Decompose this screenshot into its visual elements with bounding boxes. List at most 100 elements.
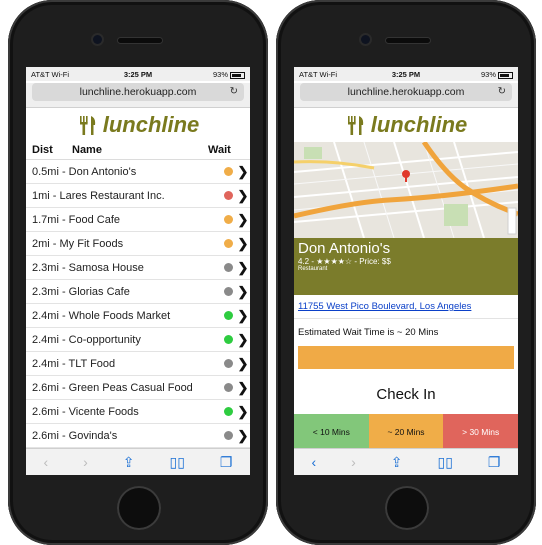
- list-item[interactable]: 2.6mi - Vicente Foods ❯: [26, 400, 250, 424]
- share-icon[interactable]: ⇪: [391, 454, 403, 471]
- url-text: lunchline.herokuapp.com: [347, 86, 465, 98]
- reload-icon[interactable]: ↻: [230, 83, 238, 101]
- list-item[interactable]: 2.4mi - Co-opportunity ❯: [26, 328, 250, 352]
- wait-status-dot: [224, 311, 233, 320]
- chevron-right-icon[interactable]: ❯: [236, 236, 250, 252]
- url-field[interactable]: lunchline.herokuapp.com ↻: [32, 83, 244, 101]
- map-graphic: [294, 142, 518, 238]
- header-dist: Dist: [32, 144, 53, 156]
- chevron-right-icon[interactable]: ❯: [236, 284, 250, 300]
- chevron-right-icon[interactable]: ❯: [236, 260, 250, 276]
- tabs-icon[interactable]: ❐: [220, 454, 233, 471]
- status-bar: AT&T Wi-Fi 3:25 PM 93%: [294, 67, 518, 81]
- restaurant-label: 2.4mi - Whole Foods Market: [32, 309, 171, 322]
- list-item[interactable]: 2.3mi - Samosa House ❯: [26, 256, 250, 280]
- wait-status-dot: [224, 167, 233, 176]
- fork-knife-icon: [347, 116, 363, 135]
- chevron-right-icon[interactable]: ❯: [236, 356, 250, 372]
- restaurant-label: 2.6mi - Govinda's: [32, 429, 118, 442]
- chevron-right-icon[interactable]: ❯: [236, 332, 250, 348]
- wait-status-dot: [224, 191, 233, 200]
- fork-knife-icon: [79, 116, 95, 135]
- chevron-right-icon[interactable]: ❯: [236, 212, 250, 228]
- earpiece-speaker: [386, 38, 430, 43]
- chevron-right-icon[interactable]: ❯: [236, 164, 250, 180]
- phone-right: AT&T Wi-Fi 3:25 PM 93% lunchline.herokua…: [276, 0, 536, 545]
- venue-address-link[interactable]: 11755 West Pico Boulevard, Los Angeles: [294, 295, 518, 319]
- url-text: lunchline.herokuapp.com: [79, 86, 197, 98]
- share-icon[interactable]: ⇪: [123, 454, 135, 471]
- home-button[interactable]: [385, 486, 429, 530]
- checkin-over-30-button[interactable]: > 30 Mins: [443, 414, 518, 449]
- address-bar-area: lunchline.herokuapp.com ↻: [26, 83, 250, 108]
- checkin-title: Check In: [376, 386, 436, 403]
- wait-status-dot: [224, 239, 233, 248]
- wait-status-dot: [224, 359, 233, 368]
- list-item[interactable]: 1mi - Lares Restaurant Inc. ❯: [26, 184, 250, 208]
- list-item[interactable]: 2.6mi - Govinda's ❯: [26, 424, 250, 448]
- screen-list: AT&T Wi-Fi 3:25 PM 93% lunchline.herokua…: [26, 67, 250, 475]
- safari-toolbar: ‹ › ⇪ ▯▯ ❐: [294, 448, 518, 475]
- url-field[interactable]: lunchline.herokuapp.com ↻: [300, 83, 512, 101]
- chevron-right-icon[interactable]: ❯: [236, 188, 250, 204]
- restaurant-label: 2mi - My Fit Foods: [32, 237, 124, 250]
- location-map[interactable]: [294, 142, 518, 238]
- list-item[interactable]: 2.6mi - Green Peas Casual Food ❯: [26, 376, 250, 400]
- wait-status-dot: [224, 287, 233, 296]
- restaurant-label: 2.6mi - Green Peas Casual Food: [32, 381, 193, 394]
- status-bar: AT&T Wi-Fi 3:25 PM 93%: [26, 67, 250, 81]
- wait-status-dot: [224, 263, 233, 272]
- venue-banner: Don Antonio's 4.2 - ★★★★☆ - Price: $$ Re…: [294, 238, 518, 295]
- restaurant-label: 1.7mi - Food Cafe: [32, 213, 121, 226]
- restaurant-label: 2.4mi - Co-opportunity: [32, 333, 141, 346]
- forward-icon[interactable]: ›: [351, 454, 356, 470]
- checkin-under-10-button[interactable]: < 10 Mins: [294, 414, 369, 449]
- chevron-right-icon[interactable]: ❯: [236, 308, 250, 324]
- list-item[interactable]: 1.7mi - Food Cafe ❯: [26, 208, 250, 232]
- restaurant-label: 1mi - Lares Restaurant Inc.: [32, 189, 165, 202]
- battery-indicator: 93%: [481, 70, 513, 79]
- restaurant-label: 2.6mi - Vicente Foods: [32, 405, 139, 418]
- screen-detail: AT&T Wi-Fi 3:25 PM 93% lunchline.herokua…: [294, 67, 518, 475]
- list-item[interactable]: 2mi - My Fit Foods ❯: [26, 232, 250, 256]
- checkin-20-button[interactable]: ~ 20 Mins: [368, 414, 444, 449]
- battery-icon: [498, 71, 513, 79]
- front-camera: [361, 35, 370, 44]
- home-button[interactable]: [117, 486, 161, 530]
- wait-indicator-bar: [298, 346, 514, 369]
- back-icon[interactable]: ‹: [311, 454, 316, 470]
- chevron-right-icon[interactable]: ❯: [236, 380, 250, 396]
- battery-percent: 93%: [212, 70, 228, 79]
- battery-indicator: 93%: [213, 70, 245, 79]
- list-item[interactable]: 2.4mi - TLT Food ❯: [26, 352, 250, 376]
- reload-icon[interactable]: ↻: [498, 83, 506, 101]
- address-bar-area: lunchline.herokuapp.com ↻: [294, 83, 518, 108]
- bookmarks-icon[interactable]: ▯▯: [170, 454, 185, 471]
- header-name: Name: [72, 144, 102, 156]
- bookmarks-icon[interactable]: ▯▯: [438, 454, 453, 471]
- wait-status-dot: [224, 431, 233, 440]
- estimated-wait-text: Estimated Wait Time is ~ 20 Mins: [298, 327, 439, 338]
- battery-icon: [230, 71, 245, 79]
- venue-category: Restaurant: [298, 266, 328, 272]
- chevron-right-icon[interactable]: ❯: [236, 404, 250, 420]
- list-item[interactable]: 2.3mi - Glorias Cafe ❯: [26, 280, 250, 304]
- list-header: Dist Name Wait: [26, 142, 250, 160]
- restaurant-list: 0.5mi - Don Antonio's ❯ 1mi - Lares Restau…: [26, 160, 250, 448]
- wait-status-dot: [224, 383, 233, 392]
- battery-percent: 93%: [480, 70, 496, 79]
- earpiece-speaker: [118, 38, 162, 43]
- front-camera: [93, 35, 102, 44]
- restaurant-label: 0.5mi - Don Antonio's: [32, 165, 137, 178]
- app-logo: lunchline: [294, 108, 518, 142]
- venue-name: Don Antonio's: [298, 240, 391, 257]
- list-item[interactable]: 2.4mi - Whole Foods Market ❯: [26, 304, 250, 328]
- tabs-icon[interactable]: ❐: [488, 454, 501, 471]
- chevron-right-icon[interactable]: ❯: [236, 428, 250, 444]
- forward-icon[interactable]: ›: [83, 454, 88, 470]
- checkin-options: < 10 Mins ~ 20 Mins > 30 Mins: [294, 414, 518, 449]
- back-icon[interactable]: ‹: [43, 454, 48, 470]
- list-item[interactable]: 0.5mi - Don Antonio's ❯: [26, 160, 250, 184]
- restaurant-label: 2.4mi - TLT Food: [32, 357, 116, 370]
- safari-toolbar: ‹ › ⇪ ▯▯ ❐: [26, 448, 250, 475]
